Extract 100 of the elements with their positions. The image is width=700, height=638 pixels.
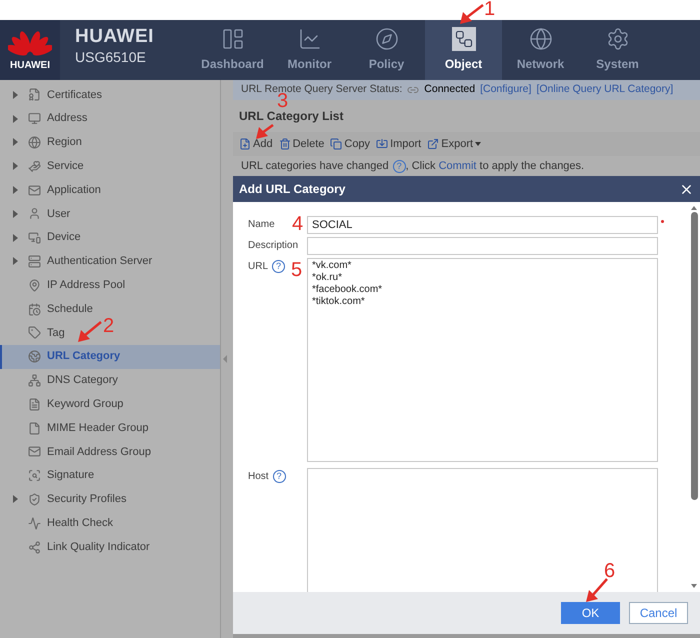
notice-text: to apply the changes. [478, 158, 584, 174]
expand-arrow-icon[interactable] [12, 162, 18, 170]
step-number: 6 [604, 561, 616, 581]
step-number: 1 [484, 0, 496, 19]
sidebar-item[interactable]: IP Address Pool [47, 277, 126, 294]
import-icon [376, 138, 388, 150]
toolbar-button[interactable]: Add [239, 136, 273, 152]
sidebar-item[interactable]: Health Check [47, 514, 114, 532]
export-icon [427, 138, 440, 150]
dialog-title: Add URL Category [239, 181, 346, 198]
sidebar-item[interactable]: URL Category [0, 344, 220, 369]
settings-icon [606, 27, 630, 51]
expand-arrow-icon[interactable] [12, 495, 18, 504]
pulse-icon [28, 516, 41, 530]
expand-arrow-icon[interactable] [12, 138, 18, 146]
notice-text: URL categories have changed [241, 158, 389, 174]
envelope-icon [28, 184, 41, 197]
annotation-arrow-icon [78, 321, 102, 342]
field-label: Name [248, 218, 275, 232]
sidebar-item[interactable]: Service [47, 158, 84, 175]
server-icon [28, 254, 41, 268]
user-icon [28, 207, 41, 220]
field-label: URL [248, 260, 268, 274]
toolbar-button[interactable]: Import [376, 136, 422, 152]
compass-icon [374, 27, 398, 51]
cancel-button[interactable]: Cancel [629, 602, 688, 624]
annotation-arrow-icon [256, 124, 274, 139]
sidebar-item[interactable]: DNS Category [47, 372, 118, 389]
field-label: Description [248, 239, 298, 253]
toolbar-button[interactable]: Export [427, 136, 482, 152]
expand-arrow-icon[interactable] [12, 210, 18, 218]
sidebar-item[interactable]: Certificates [47, 86, 102, 104]
globe-icon [28, 350, 41, 364]
expand-arrow-icon[interactable] [12, 186, 18, 194]
device-model: USG6510E [75, 48, 147, 66]
devices-icon [28, 231, 41, 244]
ok-button[interactable]: OK [561, 602, 620, 624]
nav-tab[interactable]: Network [502, 20, 579, 80]
status-link[interactable]: [Online Query URL Category] [536, 82, 674, 98]
nav-tab[interactable]: System [579, 20, 656, 80]
globe-icon [28, 136, 41, 149]
annotation-arrow-icon [586, 578, 608, 602]
sidebar-item[interactable]: Authentication Server [47, 253, 152, 270]
chart-icon [298, 27, 322, 51]
help-icon[interactable]: ? [272, 470, 286, 483]
network-icon [28, 374, 41, 387]
scroll-down-icon[interactable] [691, 584, 697, 588]
sidebar-item[interactable]: Application [47, 182, 101, 198]
expand-arrow-icon[interactable] [12, 234, 18, 242]
dashboard-icon [220, 27, 244, 51]
status-link[interactable]: [Configure] [480, 82, 532, 98]
sidebar-item[interactable]: MIME Header Group [47, 420, 148, 436]
sidebar-item[interactable]: Schedule [47, 300, 93, 318]
help-icon[interactable]: ? [272, 260, 286, 273]
status-value: Connected [424, 82, 476, 98]
expand-arrow-icon[interactable] [12, 257, 18, 266]
nav-tab[interactable]: Object [425, 20, 502, 80]
envelope-icon [28, 445, 41, 458]
globe-icon [528, 27, 552, 51]
monitor-icon [28, 112, 41, 126]
toolbar-button[interactable]: Delete [278, 136, 324, 152]
sidebar-item[interactable]: User [47, 206, 70, 222]
document-icon [28, 398, 41, 411]
expand-arrow-icon[interactable] [12, 114, 18, 123]
sidebar-item[interactable]: Address [47, 110, 88, 127]
field-label: Host [248, 470, 269, 484]
scroll-thumb[interactable] [690, 212, 698, 500]
list-title: URL Category List [239, 108, 344, 125]
sidebar-item[interactable]: Region [47, 134, 82, 151]
sidebar-item[interactable]: Signature [47, 467, 94, 484]
text-field[interactable] [307, 237, 658, 255]
sidebar-item[interactable]: Link Quality Indicator [47, 538, 150, 556]
nav-tab[interactable]: Monitor [271, 20, 348, 80]
step-number: 2 [103, 316, 114, 336]
certificate-icon [28, 88, 41, 102]
file-icon [28, 422, 41, 435]
sidebar-item[interactable]: Email Address Group [47, 444, 151, 460]
map-pin-icon [28, 278, 41, 292]
share-icon [28, 540, 41, 554]
diagram-icon [452, 27, 476, 51]
text-area[interactable]: *vk.com* *ok.ru* *facebook.com* *tiktok.com* [307, 258, 658, 462]
nav-tab[interactable]: Dashboard [194, 20, 271, 80]
nav-tab[interactable]: Policy [348, 20, 425, 80]
tag-icon [28, 326, 41, 340]
commit-link[interactable]: Commit [438, 158, 476, 174]
brand-name: HUAWEI [75, 25, 155, 49]
scan-icon [28, 469, 41, 482]
sidebar-item[interactable]: Device [47, 229, 81, 246]
calendar-icon [28, 302, 41, 316]
add-icon [239, 138, 251, 150]
sidebar-item[interactable]: Security Profiles [47, 491, 126, 508]
step-number: 4 [292, 214, 304, 234]
hand-icon [28, 160, 41, 173]
collapse-handle-icon[interactable] [223, 355, 227, 363]
expand-arrow-icon[interactable] [12, 90, 18, 99]
sidebar-item[interactable]: Tag [47, 324, 65, 342]
sidebar-item[interactable]: Keyword Group [47, 396, 124, 412]
shield-icon [28, 492, 41, 506]
text-field[interactable]: SOCIAL [307, 216, 658, 234]
toolbar-button[interactable]: Copy [330, 136, 370, 152]
